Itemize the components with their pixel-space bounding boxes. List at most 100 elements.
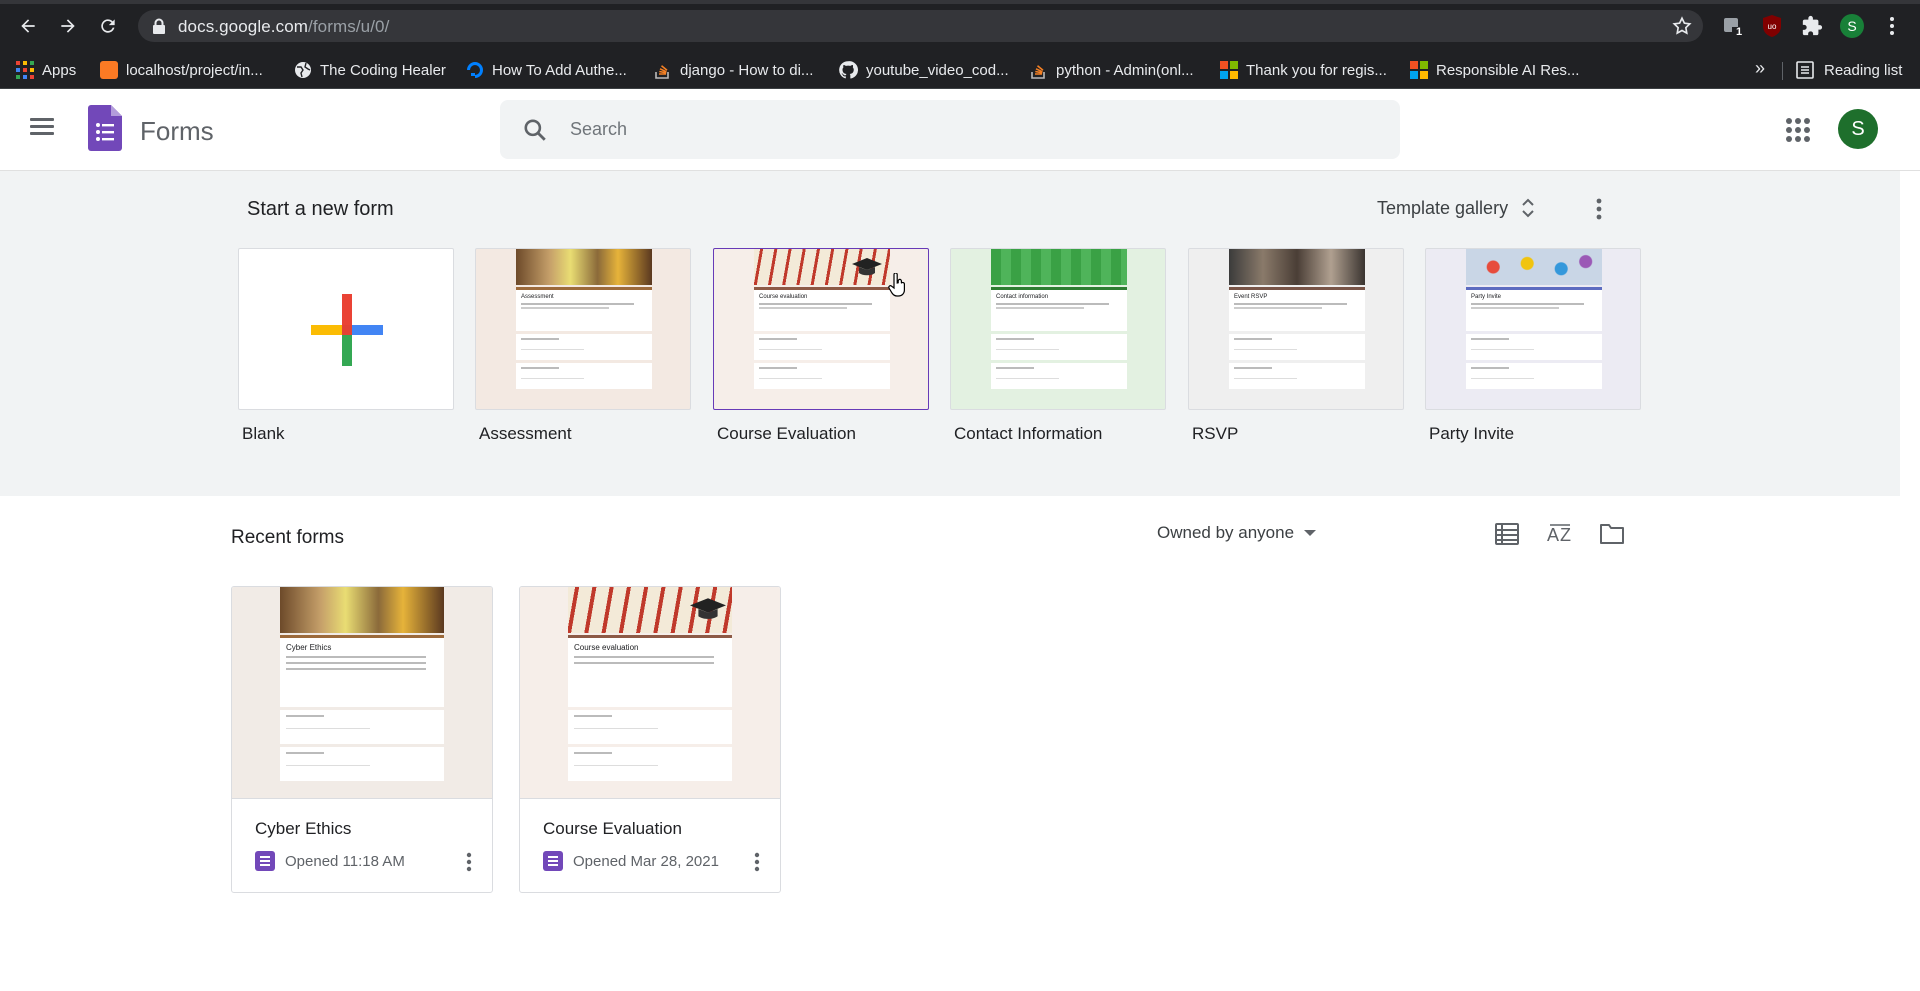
- vertical-dots-icon: [1890, 17, 1894, 35]
- unfold-icon: [1522, 198, 1534, 218]
- opened-time: Opened 11:18 AM: [285, 852, 405, 870]
- reload-button[interactable]: [94, 12, 122, 40]
- template-thumbnail[interactable]: Contact information: [950, 248, 1166, 410]
- question-card: [568, 710, 732, 744]
- template-contact-information[interactable]: Contact information Contact Information: [950, 248, 1166, 444]
- template-preview: Event RSVP: [1229, 249, 1365, 409]
- template-party-invite[interactable]: Party Invite Party Invite: [1425, 248, 1641, 444]
- vertical-dots-icon[interactable]: [466, 851, 472, 873]
- start-new-form-heading: Start a new form: [247, 198, 394, 220]
- account-avatar[interactable]: S: [1838, 109, 1878, 149]
- mouse-cursor-hand-icon: [888, 273, 905, 297]
- bookmarks-divider: [1782, 62, 1783, 80]
- google-apps-icon[interactable]: [1786, 118, 1810, 142]
- template-preview: Contact information: [991, 249, 1127, 409]
- bookmark-thank-you-register[interactable]: Thank you for regis...: [1220, 58, 1387, 82]
- search-bar[interactable]: [500, 100, 1400, 159]
- reading-list-button[interactable]: Reading list: [1796, 58, 1902, 82]
- owner-filter-dropdown[interactable]: Owned by anyone: [1157, 523, 1317, 543]
- template-name: Assessment: [479, 424, 572, 443]
- microsoft-icon: [1220, 61, 1238, 79]
- form-title: Cyber Ethics: [255, 819, 352, 838]
- form-header-card: Course evaluation: [568, 635, 732, 707]
- template-assessment[interactable]: Assessment Assessment: [475, 248, 691, 444]
- graduation-cap-icon: [690, 598, 726, 619]
- banner-image: [516, 249, 652, 285]
- form-header-card: Contact information: [991, 287, 1127, 331]
- bookmark-coding-healer[interactable]: The Coding Healer: [294, 58, 446, 82]
- recent-form-card-cyber-ethics[interactable]: Cyber Ethics Cyber Ethics Opened 11:18 A…: [231, 586, 493, 893]
- bookmark-django[interactable]: django - How to di...: [654, 58, 813, 82]
- recent-form-card-course-evaluation[interactable]: Course evaluation Course Evaluation Open…: [519, 586, 781, 893]
- question-card: [991, 334, 1127, 360]
- template-preview: Party Invite: [1466, 249, 1602, 409]
- sort-options-button[interactable]: AZ: [1546, 520, 1574, 548]
- bookmarks-bar: Apps localhost/project/in... The Coding …: [0, 51, 1920, 89]
- xampp-icon: [100, 61, 118, 79]
- banner-image: [991, 249, 1127, 285]
- browser-profile-avatar[interactable]: S: [1840, 14, 1864, 38]
- list-view-icon: [1495, 523, 1519, 545]
- form-header-card: Assessment: [516, 287, 652, 331]
- template-thumbnail[interactable]: [238, 248, 454, 410]
- bookmark-apps[interactable]: Apps: [16, 58, 76, 82]
- template-blank[interactable]: Blank: [238, 248, 454, 444]
- question-card: [516, 334, 652, 360]
- ublock-extension-button[interactable]: uo: [1758, 12, 1786, 40]
- template-thumbnail[interactable]: Party Invite: [1425, 248, 1641, 410]
- main-menu-button[interactable]: [30, 118, 54, 142]
- bookmark-how-to-add-auth[interactable]: How To Add Authe...: [466, 58, 627, 82]
- browser-menu-button[interactable]: [1878, 12, 1906, 40]
- extensions-button[interactable]: [1798, 12, 1826, 40]
- stackoverflow-icon: [1031, 65, 1045, 79]
- form-preview: Cyber Ethics: [232, 587, 492, 799]
- template-gallery-label: Template gallery: [1377, 197, 1509, 218]
- menu-line: [30, 125, 54, 128]
- extension-badge: 1: [1736, 26, 1743, 38]
- opened-time: Opened Mar 28, 2021: [573, 852, 719, 870]
- bookmark-python-admin[interactable]: python - Admin(onl...: [1030, 58, 1194, 82]
- tab-strip-edge: [0, 0, 1920, 4]
- open-file-picker-button[interactable]: [1598, 520, 1626, 548]
- template-thumbnail[interactable]: Assessment: [475, 248, 691, 410]
- extension-tabs-button[interactable]: 1: [1718, 12, 1746, 40]
- browser-toolbar: docs.google.com/forms/u/0/ 1 uo S: [0, 0, 1920, 51]
- bookmark-localhost[interactable]: localhost/project/in...: [100, 58, 263, 82]
- template-rsvp[interactable]: Event RSVP RSVP: [1188, 248, 1404, 444]
- preview-title: Course evaluation: [759, 294, 808, 300]
- bookmark-star-icon[interactable]: [1671, 15, 1693, 37]
- question-card: [754, 334, 890, 360]
- vertical-dots-icon[interactable]: [754, 851, 760, 873]
- bookmark-label: youtube_video_cod...: [866, 61, 1009, 79]
- forms-file-icon: [255, 851, 275, 871]
- app-title: Forms: [140, 116, 214, 146]
- bookmark-responsible-ai[interactable]: Responsible AI Res...: [1410, 58, 1579, 82]
- ublock-shield-icon: uo: [1763, 15, 1781, 37]
- template-name: Blank: [242, 424, 285, 443]
- form-header-card: Cyber Ethics: [280, 635, 444, 707]
- template-thumbnail[interactable]: Course evaluation: [713, 248, 929, 410]
- template-thumbnail[interactable]: Event RSVP: [1188, 248, 1404, 410]
- github-icon: [839, 61, 858, 79]
- arrow-right-icon: [61, 19, 75, 33]
- apps-grid-icon: [16, 61, 34, 79]
- question-card: [1229, 363, 1365, 389]
- search-icon[interactable]: [522, 117, 548, 143]
- bookmark-youtube-video-code[interactable]: youtube_video_cod...: [838, 58, 1009, 82]
- template-more-options-button[interactable]: [1596, 197, 1602, 226]
- template-course-evaluation[interactable]: Course evaluation Course Evaluation: [713, 248, 929, 444]
- back-button[interactable]: [14, 12, 42, 40]
- forms-header: Forms S: [0, 89, 1920, 171]
- form-preview: Course evaluation: [520, 587, 780, 799]
- list-view-button[interactable]: [1493, 520, 1521, 548]
- search-input[interactable]: [570, 114, 1370, 144]
- template-name: RSVP: [1192, 424, 1239, 443]
- owner-filter-label: Owned by anyone: [1157, 523, 1295, 542]
- banner-image: [1229, 249, 1365, 285]
- address-bar[interactable]: docs.google.com/forms/u/0/: [138, 10, 1703, 42]
- question-card: [568, 747, 732, 781]
- template-gallery-button[interactable]: Template gallery: [1377, 197, 1534, 219]
- form-title: Course Evaluation: [543, 819, 682, 838]
- more-bookmarks-chevron-icon[interactable]: »: [1755, 58, 1765, 79]
- forward-button[interactable]: [54, 12, 82, 40]
